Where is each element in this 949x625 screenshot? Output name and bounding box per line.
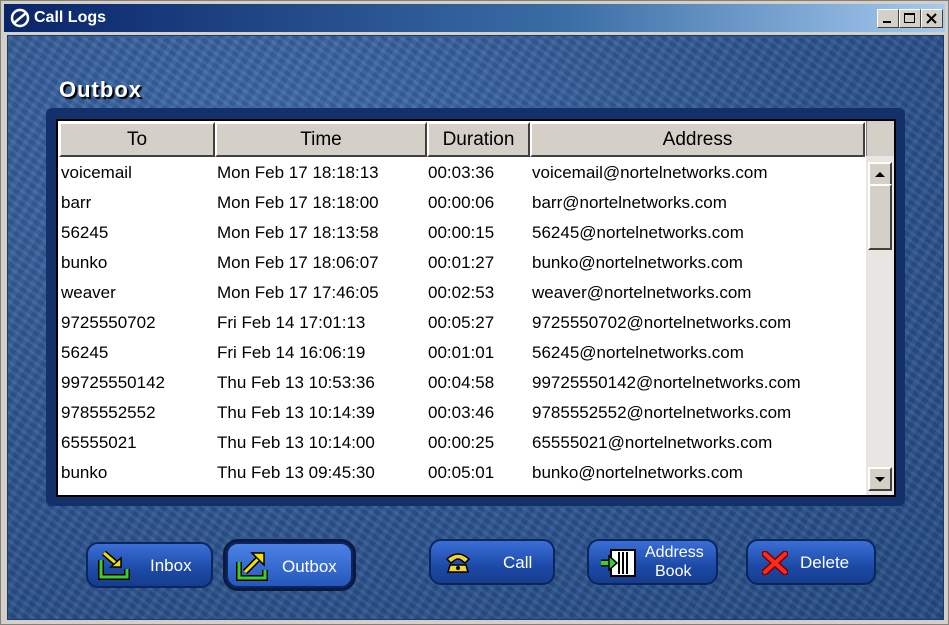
address-book-label-line1: Address [645, 544, 704, 561]
cell-address: bunko@nortelnetworks.com [532, 253, 743, 272]
section-title: Outbox [59, 77, 142, 102]
cell-address: bunko@nortelnetworks.com [532, 463, 743, 482]
cell-address: 56245@nortelnetworks.com [532, 343, 744, 362]
phone-icon [445, 553, 471, 573]
close-button[interactable] [921, 9, 943, 28]
scroll-down-button[interactable] [868, 467, 892, 491]
window-title: Call Logs [34, 9, 107, 26]
cell-duration: 00:03:36 [428, 163, 495, 182]
scroll-down-icon [875, 477, 885, 482]
cell-to: 99725550142 [61, 373, 166, 392]
call-log-table: To Time Duration Address voicemail Mon Fe… [58, 121, 866, 495]
cell-to: barr [61, 193, 92, 212]
cell-duration: 00:02:53 [428, 283, 495, 302]
maximize-icon [904, 13, 915, 23]
table-row[interactable]: 99725550142 Thu Feb 13 10:53:36 00:04:58 99… [58, 369, 866, 399]
outbox-arrow-icon [236, 552, 268, 581]
delete-x-icon [762, 551, 788, 575]
cell-to: 65555021 [61, 433, 137, 452]
maximize-button[interactable] [899, 9, 921, 28]
table-row[interactable]: weaver Mon Feb 17 17:46:05 00:02:53 weaver@… [58, 279, 866, 309]
cell-address: barr@nortelnetworks.com [532, 193, 727, 212]
table-row[interactable]: barr Mon Feb 17 18:18:00 00:00:06 barr@nort… [58, 189, 866, 219]
cell-time: Fri Feb 14 16:06:19 [217, 343, 366, 362]
cell-time: Fri Feb 14 17:01:13 [217, 313, 366, 332]
table-row[interactable]: bunko Mon Feb 17 18:06:07 00:01:27 bunko@no… [58, 249, 866, 279]
address-book-button[interactable]: Address Book [587, 539, 718, 585]
cell-duration: 00:00:15 [428, 223, 495, 242]
cell-to: bunko [61, 253, 108, 272]
cell-address: 56245@nortelnetworks.com [532, 223, 744, 242]
cell-time: Mon Feb 17 18:18:00 [217, 193, 379, 212]
table-row[interactable]: 9785552552 Thu Feb 13 10:14:39 00:03:46 978… [58, 399, 866, 429]
cell-duration: 00:05:27 [428, 313, 495, 332]
delete-button[interactable]: Delete [746, 539, 876, 585]
cell-address: voicemail@nortelnetworks.com [532, 163, 768, 182]
column-header-duration[interactable]: Duration [427, 122, 530, 157]
cell-time: Mon Feb 17 18:13:58 [217, 223, 379, 242]
scrollbar-header-filler [866, 121, 894, 156]
scroll-thumb[interactable] [868, 184, 892, 250]
outbox-label: Outbox [282, 557, 337, 576]
cell-time: Mon Feb 17 18:18:13 [217, 163, 379, 182]
cell-to: 9785552552 [61, 403, 156, 422]
app-logo-icon [10, 8, 30, 28]
cell-time: Thu Feb 13 10:14:00 [217, 433, 375, 452]
cell-time: Thu Feb 13 10:14:39 [217, 403, 375, 422]
minimize-icon [883, 21, 891, 23]
cell-address: 99725550142@nortelnetworks.com [532, 373, 801, 392]
delete-label: Delete [800, 553, 850, 572]
column-header-time[interactable]: Time [215, 122, 427, 157]
vertical-scrollbar[interactable] [866, 121, 894, 495]
call-button[interactable]: Call [429, 539, 555, 585]
inbox-arrow-icon [98, 550, 130, 580]
table-row[interactable]: 9725550702 Fri Feb 14 17:01:13 00:05:27 972… [58, 309, 866, 339]
title-bar[interactable]: Call Logs [4, 4, 945, 32]
cell-to: 9725550702 [61, 313, 156, 332]
call-label: Call [503, 553, 533, 572]
cell-to: 56245 [61, 223, 109, 242]
table-row[interactable]: bunko Thu Feb 13 09:45:30 00:05:01 bunko@no… [58, 459, 866, 489]
cell-time: Thu Feb 13 09:45:30 [217, 463, 375, 482]
cell-duration: 00:01:27 [428, 253, 495, 272]
cell-to: voicemail [61, 163, 132, 182]
cell-duration: 00:00:06 [428, 193, 495, 212]
column-header-address[interactable]: Address [530, 122, 865, 157]
table-row[interactable]: 65555021 Thu Feb 13 10:14:00 00:00:25 65555… [58, 429, 866, 459]
call-logs-window: Call Logs Outbox To Time Duration Addres… [0, 0, 949, 625]
cell-to: bunko [61, 463, 108, 482]
close-icon [926, 13, 937, 24]
cell-duration: 00:05:01 [428, 463, 495, 482]
cell-time: Thu Feb 13 10:53:36 [217, 373, 375, 392]
outbox-button[interactable]: Outbox [223, 539, 356, 591]
cell-time: Mon Feb 17 17:46:05 [217, 283, 379, 302]
minimize-button[interactable] [877, 9, 899, 28]
table-row[interactable]: voicemail Mon Feb 17 18:18:13 00:03:36 voic… [58, 159, 866, 189]
table-row[interactable]: 56245 Fri Feb 14 16:06:19 00:01:01 56245@no… [58, 339, 866, 369]
cell-time: Mon Feb 17 18:06:07 [217, 253, 379, 272]
cell-address: 9725550702@nortelnetworks.com [532, 313, 792, 332]
cell-address: 65555021@nortelnetworks.com [532, 433, 773, 452]
cell-to: weaver [61, 283, 116, 302]
cell-address: 9785552552@nortelnetworks.com [532, 403, 792, 422]
cell-duration: 00:03:46 [428, 403, 495, 422]
table-row[interactable]: 56245 Mon Feb 17 18:13:58 00:00:15 56245@no… [58, 219, 866, 249]
cell-address: weaver@nortelnetworks.com [532, 283, 752, 302]
inbox-label: Inbox [150, 556, 192, 575]
cell-to: 56245 [61, 343, 109, 362]
column-header-to[interactable]: To [59, 122, 215, 157]
scroll-up-icon [875, 172, 885, 177]
address-book-label-line2: Book [655, 563, 692, 580]
address-book-icon [601, 549, 636, 577]
cell-duration: 00:00:25 [428, 433, 495, 452]
scroll-up-button[interactable] [868, 162, 892, 186]
inbox-button[interactable]: Inbox [86, 542, 213, 588]
call-log-list[interactable]: To Time Duration Address voicemail Mon Fe… [56, 119, 896, 497]
cell-duration: 00:01:01 [428, 343, 495, 362]
cell-duration: 00:04:58 [428, 373, 495, 392]
